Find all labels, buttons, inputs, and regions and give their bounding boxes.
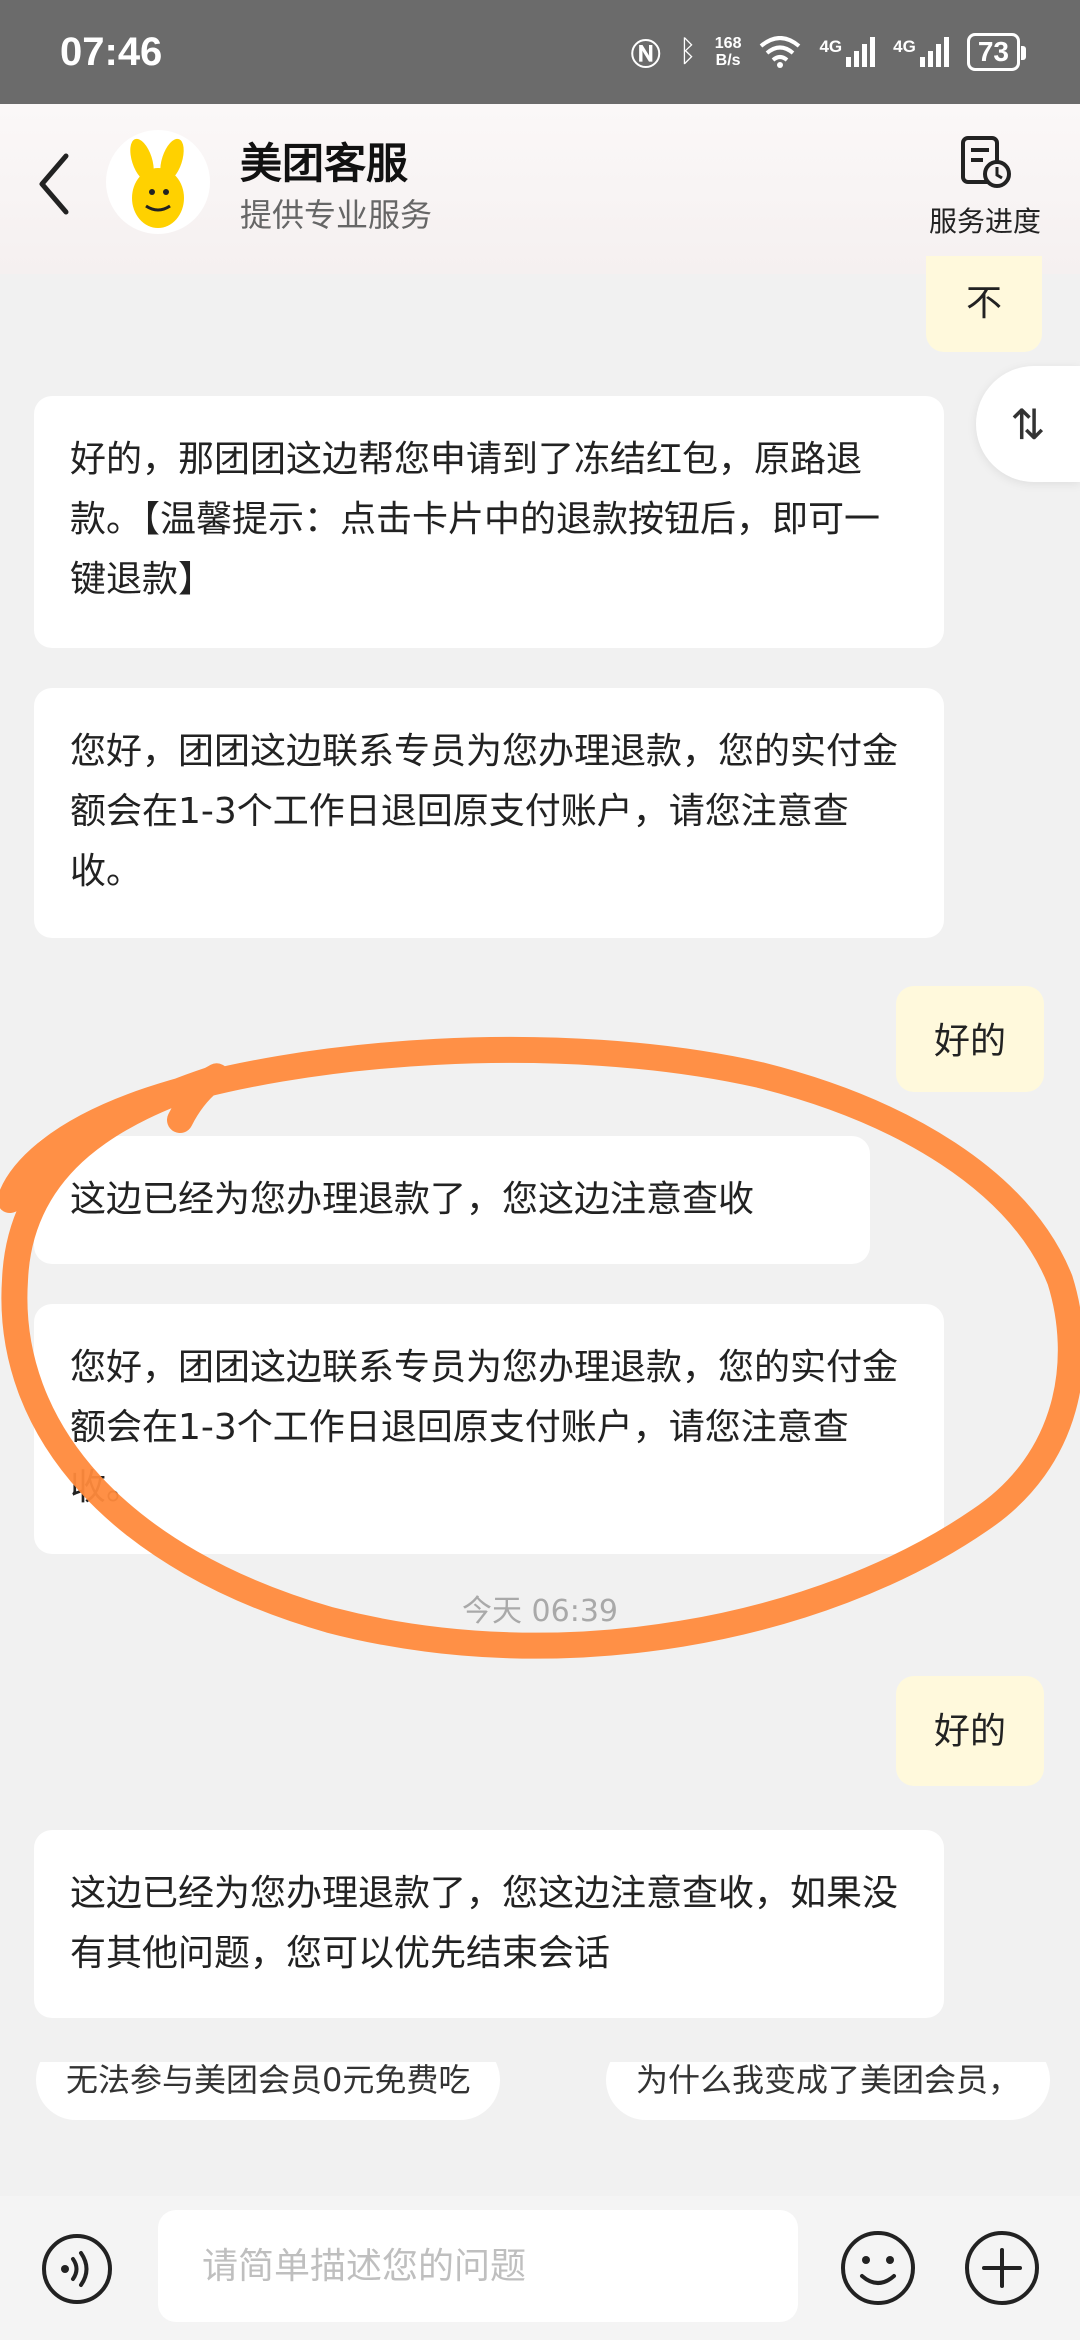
signal-2-label: 4G (893, 37, 916, 56)
battery-indicator: 73 (966, 33, 1027, 71)
suggestion-bar: 无法参与美团会员0元免费吃 为什么我变成了美团会员， (0, 2062, 1080, 2132)
message-text: 不 (965, 283, 1002, 324)
net-speed-value: 168 (714, 35, 742, 52)
agent-message: 这边已经为您办理退款了，您这边注意查收，如果没有其他问题，您可以优先结束会话 (34, 1830, 944, 2018)
input-bar (0, 2196, 1080, 2340)
suggestion-text: 为什么我变成了美团会员， (636, 2062, 1021, 2099)
chat-header: 美团客服 提供专业服务 服务进度 (0, 104, 1080, 274)
wifi-icon (760, 36, 801, 68)
document-clock-icon (961, 136, 1011, 188)
signal-1: 4G (819, 37, 876, 67)
back-button[interactable] (30, 144, 80, 224)
user-message: 好的 (896, 986, 1044, 1092)
user-message: 不 (926, 256, 1042, 352)
service-progress-label: 服务进度 (928, 205, 1041, 238)
status-time: 07:46 (60, 29, 163, 74)
message-text: 这边已经为您办理退款了，您这边注意查收 (70, 1179, 755, 1220)
signal-1-label: 4G (819, 37, 843, 56)
signal-2: 4G (893, 37, 949, 67)
message-timestamp: 今天 06:39 (462, 1594, 618, 1629)
sort-toggle-button[interactable]: ⇅ (976, 366, 1080, 482)
status-bar: 07:46 Ⓝ ᛒ 168 B/s 4G 4G 73 (0, 0, 1080, 104)
page-subtitle: 提供专业服务 (240, 196, 433, 234)
message-text: 您好，团团这边联系专员为您办理退款，您的实付金额会在1-3个工作日退回原支付账户… (70, 1347, 899, 1508)
agent-message: 您好，团团这边联系专员为您办理退款，您的实付金额会在1-3个工作日退回原支付账户… (34, 1304, 944, 1554)
status-icons: Ⓝ ᛒ 168 B/s 4G 4G 73 (630, 30, 1027, 74)
suggestion-text: 无法参与美团会员0元免费吃 (66, 2062, 471, 2099)
signal-bars-icon (846, 37, 876, 67)
sort-arrows-icon: ⇅ (1010, 399, 1046, 449)
signal-bars-icon (919, 37, 949, 67)
service-progress-button[interactable]: 服务进度 (920, 134, 1050, 240)
net-speed: 168 B/s (715, 35, 742, 69)
plus-button[interactable] (962, 2228, 1042, 2308)
message-text: 您好，团团这边联系专员为您办理退款，您的实付金额会在1-3个工作日退回原支付账户… (70, 731, 899, 892)
agent-message: 这边已经为您办理退款了，您这边注意查收 (34, 1136, 870, 1264)
suggestion-chip[interactable]: 为什么我变成了美团会员， (606, 2062, 1051, 2120)
agent-message: 好的，那团团这边帮您申请到了冻结红包，原路退款。【温馨提示：点击卡片中的退款按钮… (34, 396, 944, 648)
avatar[interactable] (106, 130, 210, 234)
suggestion-chip[interactable]: 无法参与美团会员0元免费吃 (36, 2062, 501, 2120)
nfc-icon: Ⓝ (630, 39, 661, 72)
page-title: 美团客服 (240, 139, 409, 188)
message-text: 好的，那团团这边帮您申请到了冻结红包，原路退款。【温馨提示：点击卡片中的退款按钮… (70, 439, 881, 600)
message-input[interactable] (158, 2210, 798, 2322)
agent-message: 您好，团团这边联系专员为您办理退款，您的实付金额会在1-3个工作日退回原支付账户… (34, 688, 944, 938)
message-text: 好的 (933, 1711, 1006, 1752)
emoji-button[interactable] (838, 2228, 918, 2308)
kangaroo-mascot-icon (130, 138, 184, 228)
bluetooth-icon: ᛒ (678, 35, 697, 68)
net-speed-unit: B/s (715, 52, 741, 69)
user-message: 好的 (896, 1676, 1044, 1786)
voice-input-button[interactable] (40, 2232, 114, 2306)
message-text: 这边已经为您办理退款了，您这边注意查收，如果没有其他问题，您可以优先结束会话 (70, 1873, 899, 1974)
message-text: 好的 (933, 1021, 1006, 1062)
